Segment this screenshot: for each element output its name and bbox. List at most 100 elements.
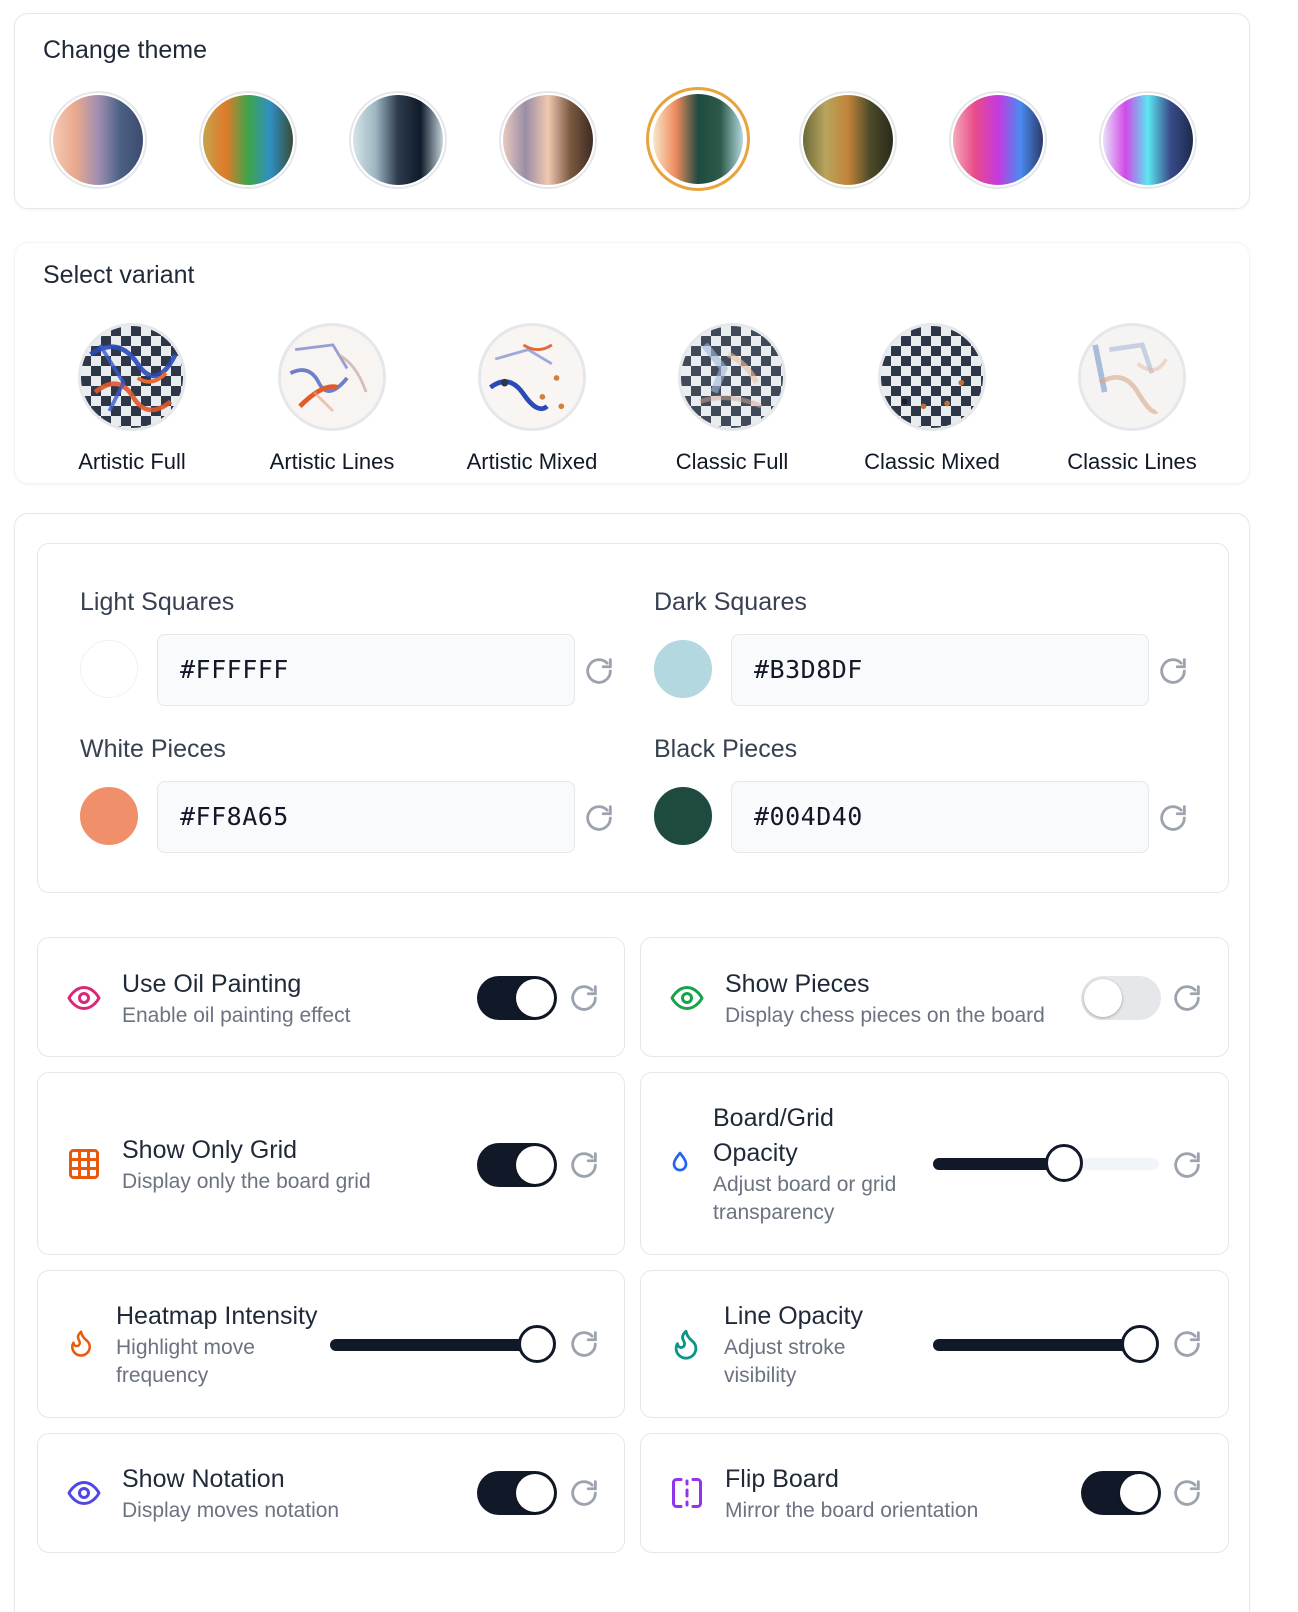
variant-artistic-full[interactable]: Artistic Full <box>32 323 232 475</box>
theme-swatch-1[interactable] <box>49 91 147 189</box>
variant-thumbnail <box>878 323 986 431</box>
theme-swatch-4[interactable] <box>499 91 597 189</box>
flip-board-title: Flip Board <box>725 1465 839 1493</box>
black-pieces-swatch[interactable] <box>654 787 712 845</box>
show-only-grid-toggle[interactable] <box>477 1143 557 1187</box>
oil-painting-reset-icon[interactable] <box>567 981 601 1015</box>
theme-swatch-6[interactable] <box>799 91 897 189</box>
variant-thumbnail <box>478 323 586 431</box>
board-grid-opacity-title-2: Opacity <box>713 1139 798 1167</box>
board-grid-opacity-slider[interactable] <box>933 1143 1159 1183</box>
flip-board-reset-icon[interactable] <box>1170 1476 1204 1510</box>
show-pieces-desc: Display chess pieces on the board <box>725 1004 1045 1027</box>
white-pieces-input[interactable]: #FF8A65 <box>157 781 575 853</box>
show-pieces-toggle[interactable] <box>1081 976 1161 1020</box>
board-grid-opacity-title-1: Board/Grid <box>713 1104 834 1132</box>
show-notation-reset-icon[interactable] <box>567 1476 601 1510</box>
theme-swatch-8[interactable] <box>1099 91 1197 189</box>
heatmap-intensity-title: Heatmap Intensity <box>116 1302 318 1330</box>
dark-squares-reset-icon[interactable] <box>1156 654 1190 688</box>
board-grid-opacity-reset-icon[interactable] <box>1170 1148 1204 1182</box>
line-opacity-desc-1: Adjust stroke <box>724 1336 846 1359</box>
heatmap-intensity-reset-icon[interactable] <box>567 1327 601 1361</box>
board-grid-opacity-desc-2: transparency <box>713 1201 835 1224</box>
light-squares-reset-icon[interactable] <box>582 654 616 688</box>
oil-painting-desc: Enable oil painting effect <box>122 1004 351 1027</box>
light-squares-swatch[interactable] <box>80 640 138 698</box>
flame-icon <box>669 1327 703 1361</box>
variant-classic-lines[interactable]: Classic Lines <box>1032 323 1232 475</box>
oil-painting-toggle[interactable] <box>477 976 557 1020</box>
line-opacity-slider[interactable] <box>933 1324 1159 1364</box>
heatmap-intensity-desc-2: frequency <box>116 1364 209 1387</box>
board-grid-opacity-desc-1: Adjust board or grid <box>713 1173 897 1196</box>
flip-icon <box>669 1475 705 1511</box>
eye-icon <box>66 980 102 1016</box>
board-grid-opacity-row: Board/Grid Opacity Adjust board or grid … <box>640 1072 1229 1255</box>
color-settings-card: Light Squares #FFFFFF Dark Squares #B3D8… <box>37 543 1229 893</box>
show-only-grid-desc: Display only the board grid <box>122 1170 371 1193</box>
show-notation-desc: Display moves notation <box>122 1499 340 1522</box>
theme-card: Change theme <box>14 13 1250 209</box>
theme-swatch-7[interactable] <box>949 91 1047 189</box>
light-squares-input[interactable]: #FFFFFF <box>157 634 575 706</box>
brush-strokes <box>699 342 763 409</box>
eye-icon <box>669 980 705 1016</box>
heatmap-intensity-slider[interactable] <box>330 1324 556 1364</box>
line-opacity-desc-2: visibility <box>724 1364 797 1387</box>
white-pieces-swatch[interactable] <box>80 787 138 845</box>
slider-thumb[interactable] <box>1045 1144 1083 1182</box>
variant-title: Select variant <box>43 261 195 289</box>
line-opacity-row: Line Opacity Adjust stroke visibility <box>640 1270 1229 1418</box>
oil-painting-title: Use Oil Painting <box>122 970 302 998</box>
brush-strokes <box>1092 342 1168 415</box>
show-notation-row: Show Notation Display moves notation <box>37 1433 625 1553</box>
line-opacity-title: Line Opacity <box>724 1302 863 1330</box>
flip-board-desc: Mirror the board orientation <box>725 1499 979 1522</box>
black-pieces-label: Black Pieces <box>654 735 798 763</box>
heatmap-intensity-desc-1: Highlight move <box>116 1336 255 1359</box>
variant-thumbnail <box>78 323 186 431</box>
slider-thumb[interactable] <box>518 1325 556 1363</box>
variant-label: Artistic Lines <box>269 449 395 474</box>
variant-artistic-mixed[interactable]: Artistic Mixed <box>432 323 632 475</box>
show-notation-title: Show Notation <box>122 1465 285 1493</box>
black-pieces-input[interactable]: #004D40 <box>731 781 1149 853</box>
show-only-grid-reset-icon[interactable] <box>567 1148 601 1182</box>
line-opacity-reset-icon[interactable] <box>1170 1327 1204 1361</box>
theme-swatch-5[interactable] <box>646 87 750 191</box>
eye-icon <box>66 1475 102 1511</box>
flip-board-row: Flip Board Mirror the board orientation <box>640 1433 1229 1553</box>
variant-artistic-lines[interactable]: Artistic Lines <box>232 323 432 475</box>
flip-board-toggle[interactable] <box>1081 1471 1161 1515</box>
dark-squares-input[interactable]: #B3D8DF <box>731 634 1149 706</box>
settings-card: Light Squares #FFFFFF Dark Squares #B3D8… <box>14 513 1250 1612</box>
variant-label: Artistic Full <box>78 449 186 474</box>
show-pieces-reset-icon[interactable] <box>1170 981 1204 1015</box>
chess-pieces <box>901 379 965 410</box>
dark-squares-swatch[interactable] <box>654 640 712 698</box>
heatmap-intensity-row: Heatmap Intensity Highlight move frequen… <box>37 1270 625 1418</box>
black-pieces-reset-icon[interactable] <box>1156 801 1190 835</box>
variant-label: Classic Full <box>675 449 789 474</box>
flame-icon <box>66 1328 96 1358</box>
slider-thumb[interactable] <box>1121 1325 1159 1363</box>
show-pieces-row: Show Pieces Display chess pieces on the … <box>640 937 1229 1057</box>
brush-strokes <box>489 343 565 412</box>
light-squares-label: Light Squares <box>80 588 235 616</box>
variant-thumbnail <box>678 323 786 431</box>
oil-painting-row: Use Oil Painting Enable oil painting eff… <box>37 937 625 1057</box>
variant-classic-mixed[interactable]: Classic Mixed <box>832 323 1032 475</box>
brush-strokes <box>289 343 368 413</box>
show-notation-toggle[interactable] <box>477 1471 557 1515</box>
brush-strokes <box>89 343 178 413</box>
variant-classic-full[interactable]: Classic Full <box>632 323 832 475</box>
theme-swatch-3[interactable] <box>349 91 447 189</box>
variant-label: Classic Mixed <box>864 449 1000 474</box>
theme-swatch-2[interactable] <box>199 91 297 189</box>
variant-thumbnail <box>1078 323 1186 431</box>
white-pieces-label: White Pieces <box>80 735 226 763</box>
show-only-grid-title: Show Only Grid <box>122 1136 298 1164</box>
variant-label: Classic Lines <box>1067 449 1197 474</box>
white-pieces-reset-icon[interactable] <box>582 801 616 835</box>
